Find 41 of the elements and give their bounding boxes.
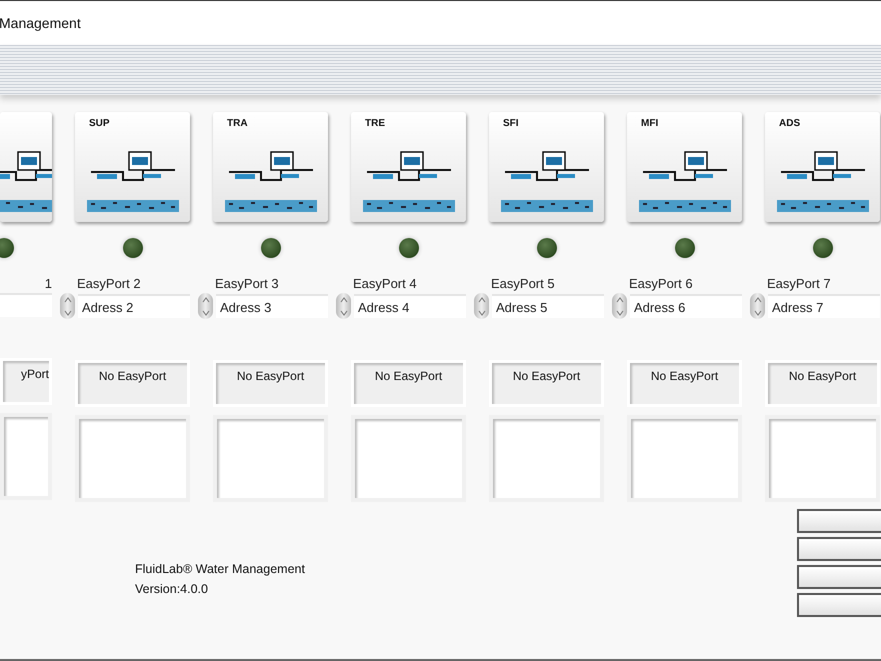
side-button[interactable] (797, 593, 881, 617)
side-button[interactable] (797, 509, 881, 533)
spinner-button[interactable] (60, 293, 75, 319)
status-display: No EasyPort (213, 360, 328, 407)
address-field[interactable]: Adress 3 (216, 294, 328, 318)
status-display: No EasyPort (75, 360, 190, 407)
module-tile[interactable]: SFI (489, 112, 604, 222)
address-field[interactable]: Adress 7 (768, 294, 880, 318)
port-label: EasyPort 2 (77, 276, 141, 291)
spinner-button[interactable] (198, 293, 213, 319)
spinner-button[interactable] (336, 293, 351, 319)
module-tile[interactable]: SUP (75, 112, 190, 222)
port-label: EasyPort 4 (353, 276, 417, 291)
module-tile[interactable] (0, 112, 52, 222)
module-tile[interactable]: TRE (351, 112, 466, 222)
address-field[interactable]: Adress 6 (630, 294, 742, 318)
module-tile[interactable]: ADS (765, 112, 880, 222)
status-display: No EasyPort (489, 360, 604, 407)
spinner-button[interactable] (474, 293, 489, 319)
window-title: Management (0, 15, 81, 31)
status-display: No EasyPort (351, 360, 466, 407)
product-name: FluidLab® Water Management (135, 562, 305, 576)
port-label: EasyPort 3 (215, 276, 279, 291)
module-tile[interactable]: MFI (627, 112, 742, 222)
status-display: No EasyPort (627, 360, 742, 407)
side-button[interactable] (797, 565, 881, 589)
module-tile[interactable]: TRA (213, 112, 328, 222)
status-display: yPort (0, 358, 52, 405)
port-label: EasyPort 7 (767, 276, 831, 291)
port-label: EasyPort 6 (629, 276, 693, 291)
spinner-button[interactable] (612, 293, 627, 319)
version-text: Version:4.0.0 (135, 582, 209, 596)
address-field[interactable]: Adress 5 (492, 294, 604, 318)
address-field[interactable]: Adress 4 (354, 294, 466, 318)
spinner-button[interactable] (750, 293, 765, 319)
address-field[interactable] (0, 293, 52, 317)
side-button[interactable] (797, 537, 881, 561)
status-display: No EasyPort (765, 360, 880, 407)
port-label: EasyPort 5 (491, 276, 555, 291)
address-field[interactable]: Adress 2 (78, 294, 190, 318)
port-label: 1 (44, 276, 52, 291)
